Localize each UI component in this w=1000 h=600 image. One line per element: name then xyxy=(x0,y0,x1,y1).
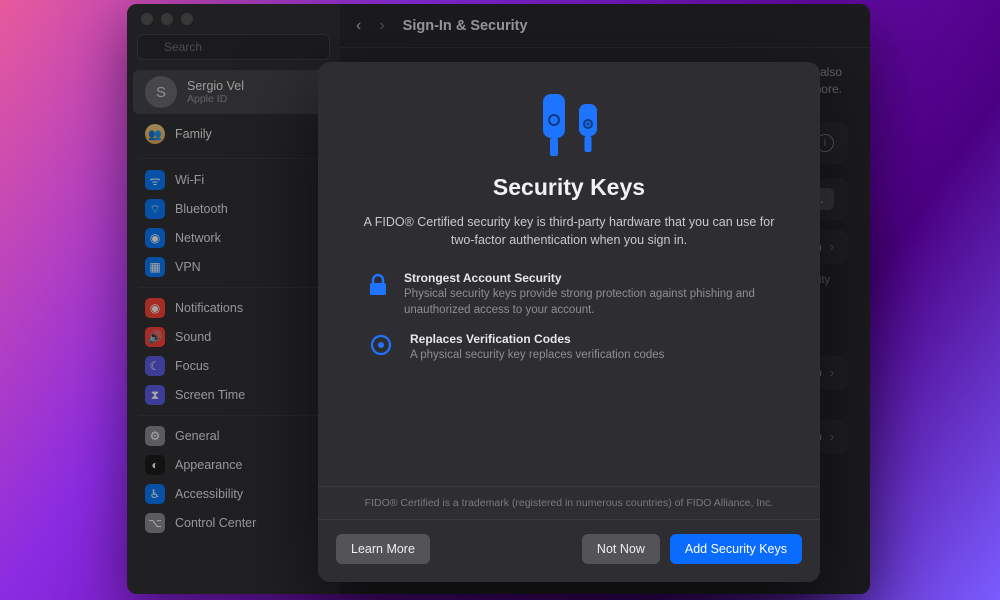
sidebar-item-label: Bluetooth xyxy=(175,202,228,216)
sidebar-item-bluetooth[interactable]: ⌔ Bluetooth xyxy=(133,195,334,223)
feature-row: Replaces Verification Codes A physical s… xyxy=(368,332,770,364)
window-controls[interactable] xyxy=(127,4,340,34)
sidebar-item-label: Focus xyxy=(175,359,209,373)
not-now-button[interactable]: Not Now xyxy=(582,534,660,564)
sidebar-item-sound[interactable]: 🔊 Sound xyxy=(133,323,334,351)
appearance-icon: ◐ xyxy=(145,455,165,475)
focus-icon: ☾ xyxy=(145,356,165,376)
page-title: Sign-In & Security xyxy=(403,18,528,34)
wi-fi-icon: ᯤ xyxy=(145,170,165,190)
chevron-right-icon: › xyxy=(830,366,834,380)
family-label: Family xyxy=(175,127,212,141)
security-key-graphic xyxy=(350,90,788,160)
sidebar-item-notifications[interactable]: ◉ Notifications xyxy=(133,294,334,322)
sidebar-item-label: VPN xyxy=(175,260,201,274)
back-button[interactable]: ‹ xyxy=(356,17,361,35)
vpn-icon: ▦ xyxy=(145,257,165,277)
chevron-right-icon: › xyxy=(830,430,834,444)
modal-description: A FIDO® Certified security key is third-… xyxy=(360,213,778,249)
feature-title: Strongest Account Security xyxy=(404,271,770,285)
sidebar-item-general[interactable]: ⚙ General xyxy=(133,422,334,450)
add-security-keys-button[interactable]: Add Security Keys xyxy=(670,534,802,564)
lock-icon xyxy=(368,271,388,297)
sidebar: S Sergio Vel Apple ID 👥 Family ᯤ Wi-Fi ⌔ Bl… xyxy=(127,4,340,594)
feature-row: Strongest Account Security Physical secu… xyxy=(368,271,770,318)
control-center-icon: ⌥ xyxy=(145,513,165,533)
sidebar-item-label: General xyxy=(175,429,219,443)
account-sub: Apple ID xyxy=(187,93,244,105)
sidebar-item-wi-fi[interactable]: ᯤ Wi-Fi xyxy=(133,166,334,194)
feature-title: Replaces Verification Codes xyxy=(410,332,664,346)
general-icon: ⚙ xyxy=(145,426,165,446)
search-input[interactable] xyxy=(137,34,330,60)
learn-more-button[interactable]: Learn More xyxy=(336,534,430,564)
sidebar-item-label: Sound xyxy=(175,330,211,344)
sidebar-item-label: Control Center xyxy=(175,516,256,530)
screen-time-icon: ⧗ xyxy=(145,385,165,405)
account-name: Sergio Vel xyxy=(187,79,244,93)
legal-text: FIDO® Certified is a trademark (register… xyxy=(318,486,820,519)
sidebar-item-vpn[interactable]: ▦ VPN xyxy=(133,253,334,281)
feature-desc: A physical security key replaces verific… xyxy=(410,348,664,364)
sidebar-family[interactable]: 👥 Family xyxy=(133,118,334,150)
feature-desc: Physical security keys provide strong pr… xyxy=(404,287,770,318)
sidebar-item-label: Accessibility xyxy=(175,487,243,501)
sidebar-item-label: Wi-Fi xyxy=(175,173,204,187)
forward-button[interactable]: › xyxy=(379,17,384,35)
toolbar: ‹ › Sign-In & Security xyxy=(340,4,870,48)
family-icon: 👥 xyxy=(145,124,165,144)
security-keys-modal: Security Keys A FIDO® Certified security… xyxy=(318,62,820,582)
key-circle-icon xyxy=(368,332,394,356)
sidebar-item-appearance[interactable]: ◐ Appearance xyxy=(133,451,334,479)
network-icon: ◉ xyxy=(145,228,165,248)
sidebar-account[interactable]: S Sergio Vel Apple ID xyxy=(133,70,334,114)
sidebar-item-accessibility[interactable]: ♿︎ Accessibility xyxy=(133,480,334,508)
modal-title: Security Keys xyxy=(350,174,788,201)
minimize-dot[interactable] xyxy=(161,13,173,25)
sidebar-item-label: Notifications xyxy=(175,301,243,315)
sidebar-item-label: Appearance xyxy=(175,458,242,472)
chevron-right-icon: › xyxy=(830,240,834,254)
sidebar-item-control-center[interactable]: ⌥ Control Center xyxy=(133,509,334,537)
sidebar-item-network[interactable]: ◉ Network xyxy=(133,224,334,252)
sidebar-item-label: Network xyxy=(175,231,221,245)
bluetooth-icon: ⌔ xyxy=(145,199,165,219)
close-dot[interactable] xyxy=(141,13,153,25)
accessibility-icon: ♿︎ xyxy=(145,484,165,504)
avatar: S xyxy=(145,76,177,108)
sidebar-item-label: Screen Time xyxy=(175,388,245,402)
notifications-icon: ◉ xyxy=(145,298,165,318)
sound-icon: 🔊 xyxy=(145,327,165,347)
zoom-dot[interactable] xyxy=(181,13,193,25)
sidebar-item-focus[interactable]: ☾ Focus xyxy=(133,352,334,380)
sidebar-item-screen-time[interactable]: ⧗ Screen Time xyxy=(133,381,334,409)
